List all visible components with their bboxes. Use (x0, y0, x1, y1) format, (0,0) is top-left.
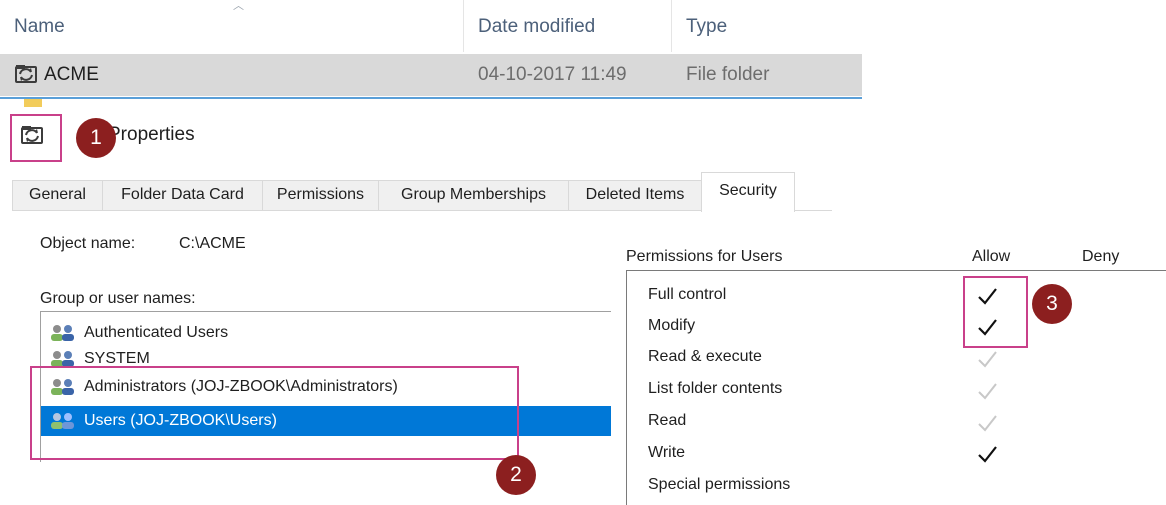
column-header-date-modified[interactable]: Date modified (478, 16, 595, 38)
permission-read: Read (648, 412, 687, 429)
checkmark-icon[interactable] (976, 348, 998, 370)
group-row-system[interactable]: SYSTEM (41, 346, 611, 366)
dialog-title: Properties (108, 124, 195, 145)
group-name: Authenticated Users (84, 324, 229, 341)
permission-write: Write (648, 444, 686, 461)
allow-column-label: Allow (972, 248, 1011, 265)
tab-group-memberships[interactable]: Group Memberships (378, 180, 569, 210)
group-list-label: Group or user names: (40, 290, 196, 307)
permission-modify: Modify (648, 317, 696, 334)
checkmark-icon[interactable] (976, 443, 998, 465)
object-name-label: Object name: (40, 235, 136, 252)
checkmark-icon[interactable] (976, 412, 998, 434)
permission-full-control: Full control (648, 286, 727, 303)
highlight-box-step3 (963, 276, 1028, 348)
tab-general[interactable]: General (12, 180, 103, 210)
hidden-row-date (478, 96, 638, 108)
file-type: File folder (686, 64, 770, 85)
permission-read-execute: Read & execute (648, 348, 762, 365)
sort-caret-icon: ︿ (233, 0, 244, 12)
column-divider[interactable] (671, 0, 672, 52)
folder-sync-icon (15, 65, 37, 83)
users-group-icon (51, 325, 74, 341)
permission-special-permissions: Special permissions (648, 476, 791, 493)
tab-folder-data-card[interactable]: Folder Data Card (102, 180, 263, 210)
step-badge-1: 1 (76, 118, 116, 158)
folder-icon (24, 99, 42, 107)
checkmark-icon[interactable] (976, 380, 998, 402)
group-row-authenticated-users[interactable]: Authenticated Users (41, 320, 611, 346)
step-badge-2: 2 (496, 455, 536, 495)
group-name: SYSTEM (84, 350, 150, 366)
permission-list-folder-contents: List folder contents (648, 380, 783, 397)
tab-security[interactable]: Security (701, 172, 795, 212)
permissions-label: Permissions for Users (626, 248, 783, 265)
file-name: ACME (44, 64, 99, 85)
step-badge-3: 3 (1032, 284, 1072, 324)
column-header-type[interactable]: Type (686, 16, 727, 38)
column-divider[interactable] (463, 0, 464, 52)
column-header-name[interactable]: Name (14, 16, 65, 38)
tab-deleted-items[interactable]: Deleted Items (568, 180, 702, 210)
object-name-value: C:\ACME (179, 235, 246, 252)
highlight-box-step2 (30, 366, 519, 460)
selection-rule (0, 97, 862, 99)
file-date-modified: 04-10-2017 11:49 (478, 64, 627, 85)
users-group-icon (51, 351, 74, 366)
tab-permissions[interactable]: Permissions (262, 180, 379, 210)
highlight-box-step1 (10, 114, 62, 162)
deny-column-label: Deny (1082, 248, 1120, 265)
